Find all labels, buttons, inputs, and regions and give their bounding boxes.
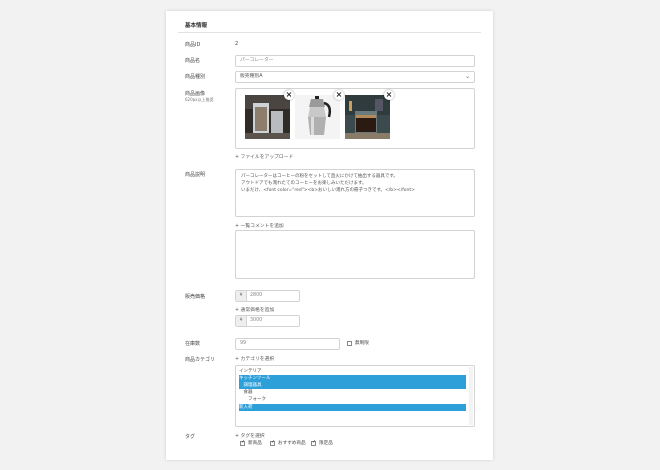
description-textarea[interactable]: パーコレーターはコーヒーの粉をセットして直火にかけて抽出する器具です。 アウトド… xyxy=(235,169,475,217)
remove-image-button[interactable]: × xyxy=(284,90,294,100)
remove-image-button[interactable]: × xyxy=(384,90,394,100)
tag-label: 新商品 xyxy=(248,441,262,446)
check-icon: ✓ xyxy=(241,439,246,445)
tag-checkbox[interactable]: ✓ xyxy=(270,439,276,446)
product-id-value: 2 xyxy=(235,41,239,47)
tag-checkbox[interactable]: ✓ xyxy=(311,439,317,446)
add-list-comment-label: 一覧コメントを追加 xyxy=(240,224,284,229)
unlimited-checkbox[interactable] xyxy=(347,341,352,346)
basic-info-card: 基本情報 商品ID 2 商品名 パーコレーター 商品種別 販売種別A ⌄ 商品画… xyxy=(166,11,493,460)
check-icon: ✓ xyxy=(271,439,276,445)
product-image-label: 商品画像 xyxy=(185,91,206,97)
image-dropzone[interactable]: × × × xyxy=(235,88,475,149)
product-name-input[interactable]: パーコレーター xyxy=(235,55,475,67)
product-image-thumb[interactable] xyxy=(295,95,340,139)
add-list-comment-link[interactable]: + 一覧コメントを追加 xyxy=(235,222,284,229)
category-listbox[interactable]: インテリア キッチンツール 調理器具 食器 フォーク 新入荷 xyxy=(235,365,475,427)
add-normal-price-label: 通常価格を追加 xyxy=(240,308,275,313)
remove-image-button[interactable]: × xyxy=(334,90,344,100)
section-title: 基本情報 xyxy=(185,23,208,29)
listbox-scrollbar[interactable] xyxy=(469,367,473,425)
close-icon: × xyxy=(335,90,343,99)
description-line: いまだけ、<font color="red"><b>おいしい淹れ方の冊子つきです… xyxy=(241,188,415,193)
category-label: 商品カテゴリ xyxy=(185,357,216,363)
moka-pot-photo xyxy=(295,95,340,139)
normal-price-value: 3000 xyxy=(250,318,263,323)
price-label: 販売価格 xyxy=(185,294,206,300)
close-icon: × xyxy=(285,90,293,99)
currency-symbol: ¥ xyxy=(236,316,247,326)
product-image-hint: 620px以上推奨 xyxy=(185,97,214,102)
coffee-glass-photo xyxy=(345,95,390,139)
product-type-value: 販売種別A xyxy=(240,74,263,79)
tags-label: タグ xyxy=(185,434,196,440)
product-id-label: 商品ID xyxy=(185,42,201,48)
category-option[interactable]: フォーク xyxy=(239,396,466,403)
tag-checkbox[interactable]: ✓ xyxy=(240,439,246,446)
unlimited-label: 無制限 xyxy=(355,341,369,346)
stock-input[interactable]: 99 xyxy=(235,338,340,350)
check-icon: ✓ xyxy=(312,439,317,445)
select-tags-link[interactable]: + タグを選択 xyxy=(235,432,265,439)
normal-price-input[interactable]: ¥ 3000 xyxy=(235,315,300,327)
currency-symbol: ¥ xyxy=(236,291,247,301)
category-option[interactable]: インテリア xyxy=(239,368,466,375)
price-input[interactable]: ¥ 2800 xyxy=(235,290,300,302)
upload-file-label: ファイルをアップロード xyxy=(240,155,294,160)
category-option[interactable]: 調理器具 xyxy=(239,382,466,389)
product-image-thumb[interactable] xyxy=(245,95,290,139)
stock-label: 在庫数 xyxy=(185,341,201,347)
category-option[interactable]: 食器 xyxy=(239,389,466,396)
upload-file-link[interactable]: + ファイルをアップロード xyxy=(235,153,293,160)
add-normal-price-link[interactable]: + 通常価格を追加 xyxy=(235,306,274,313)
category-option[interactable]: 新入荷 xyxy=(239,404,466,411)
select-category-link[interactable]: + カテゴリを選択 xyxy=(235,355,274,362)
section-divider xyxy=(178,32,481,33)
price-value: 2800 xyxy=(250,293,263,298)
tag-label: 限定品 xyxy=(319,441,333,446)
product-name-label: 商品名 xyxy=(185,58,201,64)
select-category-label: カテゴリを選択 xyxy=(240,357,275,362)
product-type-select[interactable]: 販売種別A ⌄ xyxy=(235,71,475,83)
tag-label: おすすめ商品 xyxy=(278,441,306,446)
close-icon: × xyxy=(385,90,393,99)
product-image-thumb[interactable] xyxy=(345,95,390,139)
product-type-label: 商品種別 xyxy=(185,74,206,80)
list-comment-textarea[interactable] xyxy=(235,230,475,279)
chevron-down-icon: ⌄ xyxy=(464,73,470,80)
coffee-photo-1 xyxy=(245,95,290,139)
category-option[interactable]: キッチンツール xyxy=(239,375,466,382)
description-label: 商品説明 xyxy=(185,172,206,178)
